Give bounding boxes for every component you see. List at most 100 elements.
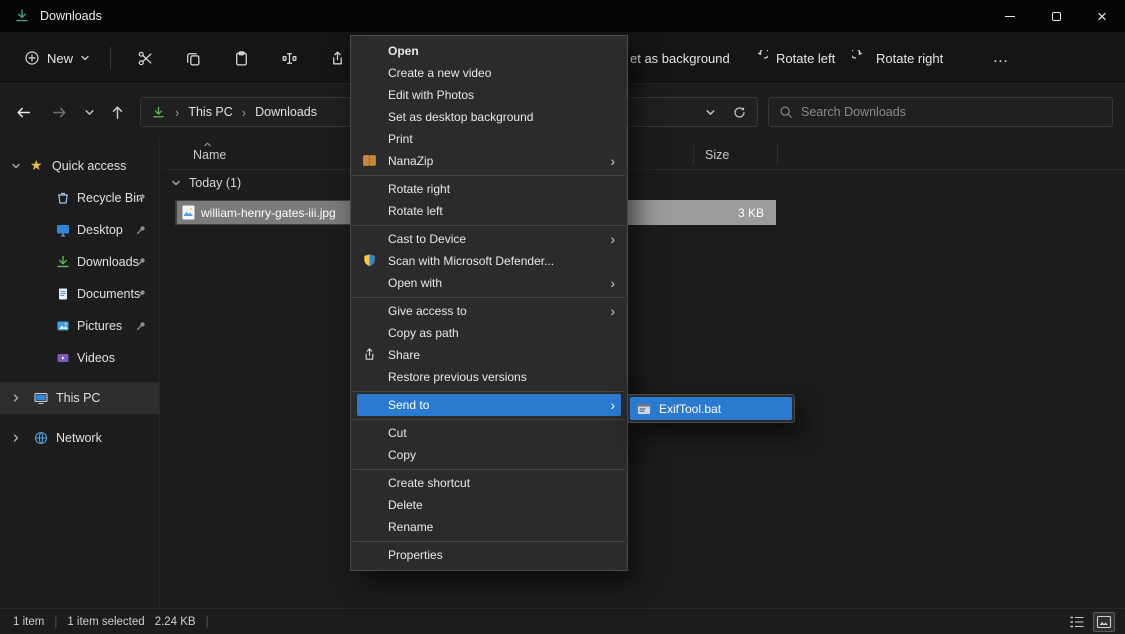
back-button[interactable] — [8, 97, 38, 127]
window-title: Downloads — [40, 9, 102, 23]
sidebar-item-desktop[interactable]: Desktop — [0, 214, 159, 246]
downloads-icon — [55, 254, 71, 270]
submenu-arrow-icon: › — [610, 272, 615, 294]
address-dropdown-button[interactable] — [705, 107, 716, 118]
sidebar-item-downloads[interactable]: Downloads — [0, 246, 159, 278]
sidebar-item-documents[interactable]: Documents — [0, 278, 159, 310]
sidebar-item-pictures[interactable]: Pictures — [0, 310, 159, 342]
menu-item-label: Create a new video — [388, 66, 491, 80]
sidebar-item-recycle-bin[interactable]: Recycle Bin — [0, 182, 159, 214]
close-icon: × — [1097, 8, 1107, 25]
menu-item-label: Rename — [388, 520, 433, 534]
share-button[interactable] — [320, 41, 354, 75]
sidebar-item-this-pc[interactable]: This PC — [0, 382, 159, 414]
menu-item-copy[interactable]: Copy — [351, 444, 627, 466]
this-pc-icon — [33, 390, 49, 406]
menu-item-open[interactable]: Open — [351, 40, 627, 62]
selected-count: 1 item selected — [67, 616, 144, 628]
close-button[interactable]: × — [1079, 0, 1125, 32]
menu-item-properties[interactable]: Properties — [351, 544, 627, 566]
chevron-down-icon — [705, 107, 716, 118]
column-divider[interactable] — [693, 145, 694, 165]
menu-item-delete[interactable]: Delete — [351, 494, 627, 516]
sidebar-item-quick-access[interactable]: ★ Quick access — [0, 150, 159, 182]
file-name-cell[interactable]: william-henry-gates-iii.jpg — [177, 201, 351, 224]
menu-item-nanazip[interactable]: NanaZip › — [351, 150, 627, 172]
set-as-background-button[interactable]: et as background — [630, 32, 730, 84]
up-button[interactable] — [102, 97, 132, 127]
context-menu: Open Create a new video Edit with Photos… — [350, 35, 628, 571]
chevron-right-icon[interactable] — [11, 393, 21, 403]
breadcrumb-downloads[interactable]: Downloads — [255, 105, 317, 119]
paste-button[interactable] — [224, 41, 258, 75]
menu-separator — [353, 391, 625, 392]
thumbnail-view-button[interactable] — [1093, 612, 1115, 632]
menu-item-edit-with-photos[interactable]: Edit with Photos — [351, 84, 627, 106]
menu-item-rotate-right[interactable]: Rotate right — [351, 178, 627, 200]
rotate-right-button[interactable]: Rotate right — [852, 32, 943, 84]
menu-item-cast-to-device[interactable]: Cast to Device › — [351, 228, 627, 250]
refresh-button[interactable] — [732, 105, 747, 120]
group-header-today[interactable]: Today (1) — [171, 176, 241, 190]
menu-item-rotate-left[interactable]: Rotate left — [351, 200, 627, 222]
chevron-down-icon[interactable] — [171, 178, 181, 188]
back-arrow-icon — [15, 104, 32, 121]
recent-locations-button[interactable] — [76, 97, 102, 127]
menu-item-set-as-desktop-background[interactable]: Set as desktop background — [351, 106, 627, 128]
minimize-button[interactable] — [987, 0, 1033, 32]
submenu-item-exiftool[interactable]: ExifTool.bat — [630, 397, 792, 420]
copy-button[interactable] — [176, 41, 210, 75]
menu-item-restore-previous-versions[interactable]: Restore previous versions — [351, 366, 627, 388]
cut-button[interactable] — [128, 41, 162, 75]
details-view-button[interactable] — [1066, 612, 1088, 632]
rename-button[interactable] — [272, 41, 306, 75]
menu-item-create-shortcut[interactable]: Create shortcut — [351, 472, 627, 494]
menu-item-send-to[interactable]: Send to › — [357, 394, 621, 416]
toolbar-divider — [110, 47, 111, 69]
window-controls: × — [987, 0, 1125, 32]
breadcrumb-this-pc[interactable]: This PC — [188, 105, 232, 119]
menu-item-label: Open with — [388, 276, 442, 290]
search-box[interactable] — [768, 97, 1113, 127]
forward-button[interactable] — [44, 97, 74, 127]
sidebar-item-network[interactable]: Network — [0, 422, 159, 454]
new-button[interactable]: New — [14, 44, 100, 72]
menu-item-share[interactable]: Share — [351, 344, 627, 366]
file-row[interactable]: william-henry-gates-iii.jpg — [175, 200, 353, 225]
documents-icon — [55, 286, 71, 302]
plus-circle-icon — [24, 50, 40, 66]
chevron-right-icon[interactable] — [11, 433, 21, 443]
menu-separator — [353, 469, 625, 470]
menu-item-give-access-to[interactable]: Give access to › — [351, 300, 627, 322]
sort-ascending-icon — [203, 140, 212, 148]
status-divider: | — [54, 616, 57, 628]
menu-item-cut[interactable]: Cut — [351, 422, 627, 444]
menu-item-rename[interactable]: Rename — [351, 516, 627, 538]
menu-item-label: Edit with Photos — [388, 88, 474, 102]
maximize-button[interactable] — [1033, 0, 1079, 32]
chevron-down-icon[interactable] — [11, 161, 21, 171]
menu-item-label: Copy as path — [388, 326, 459, 340]
pin-icon — [135, 192, 147, 204]
menu-item-print[interactable]: Print — [351, 128, 627, 150]
column-header-size[interactable]: Size — [705, 148, 729, 162]
menu-item-create-a-new-video[interactable]: Create a new video — [351, 62, 627, 84]
menu-item-copy-as-path[interactable]: Copy as path — [351, 322, 627, 344]
rotate-left-button[interactable]: Rotate left — [752, 32, 835, 84]
menu-item-label: NanaZip — [388, 154, 433, 168]
menu-separator — [353, 225, 625, 226]
menu-item-scan-with-microsoft-defender[interactable]: Scan with Microsoft Defender... — [351, 250, 627, 272]
column-divider[interactable] — [777, 145, 778, 165]
downloads-folder-icon — [14, 8, 30, 24]
column-header-name[interactable]: Name — [193, 148, 226, 162]
share-icon — [329, 50, 346, 67]
sidebar-item-videos[interactable]: Videos — [0, 342, 159, 374]
file-explorer-window: Downloads × New — [0, 0, 1125, 634]
defender-shield-icon — [362, 253, 378, 269]
menu-item-open-with[interactable]: Open with › — [351, 272, 627, 294]
new-button-label: New — [47, 51, 73, 66]
menu-separator — [353, 297, 625, 298]
search-input[interactable] — [801, 105, 1102, 119]
minimize-icon — [1005, 16, 1015, 17]
more-options-button[interactable]: … — [983, 32, 1019, 84]
